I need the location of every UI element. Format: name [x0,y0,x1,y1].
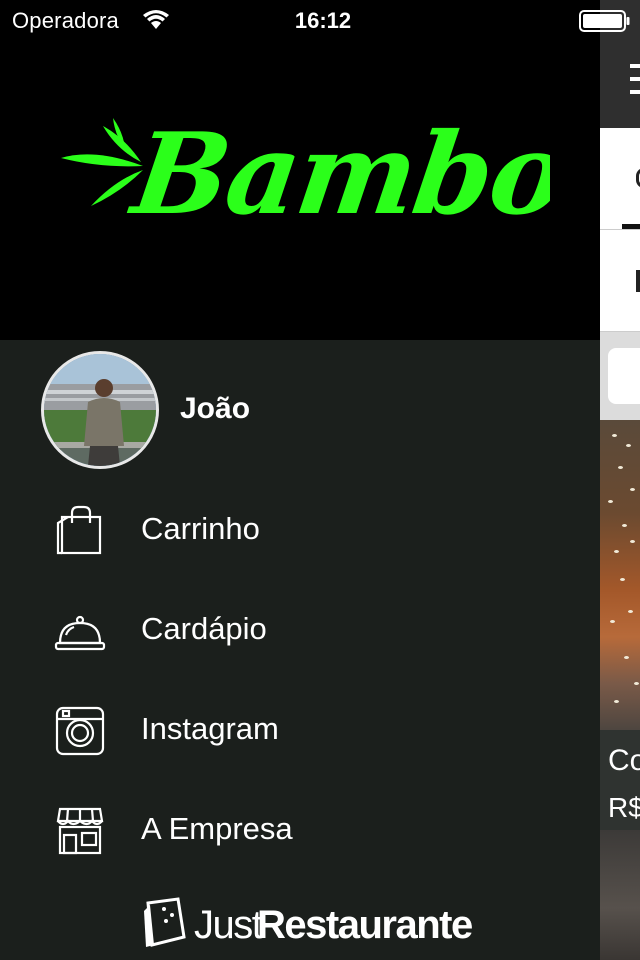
battery-full-icon [579,10,630,32]
menu-item-instagram[interactable]: Instagram [0,680,600,780]
product-image[interactable] [600,420,640,730]
main-filter-row[interactable] [600,230,640,332]
menu-item-cardapio[interactable]: Cardápio [0,580,600,680]
footer-brand-just: Just [194,903,263,947]
instagram-icon [55,706,105,756]
avatar[interactable] [41,351,159,469]
product-image-next[interactable] [600,830,640,960]
product-name: Co [608,744,640,777]
main-tab-bar[interactable] [600,128,640,230]
user-name: João [180,392,251,425]
menu-item-cart[interactable]: Carrinho [0,480,600,580]
drawer-header: Bamboo [0,0,600,340]
menu-label-cardapio: Cardápio [141,611,267,646]
main-search-bar [600,332,640,420]
menu-label-company: A Empresa [141,811,293,846]
search-input[interactable] [608,348,640,404]
filter-glyph [636,270,640,292]
tab-glyph [636,168,640,188]
main-content-peek[interactable]: Co R$ [600,0,640,960]
status-bar: Operadora 16:12 [0,0,640,40]
shopping-bag-icon [56,505,102,555]
bamboo-logo-text: Bamboo [123,108,550,238]
just-restaurante-logo: Just Restaurante [140,897,473,951]
menu-label-instagram: Instagram [141,711,279,746]
clock: 16:12 [294,8,352,33]
side-drawer: Bamboo João Carrinho Cardápio Instagram … [0,0,600,960]
food-cloche-icon [54,615,106,651]
tab-active-indicator [622,224,640,229]
menu-label-cart: Carrinho [141,511,260,546]
product-card[interactable]: Co R$ [600,730,640,830]
footer-brand-restaurante: Restaurante [257,903,473,947]
menu-card-icon [144,897,186,947]
hamburger-icon[interactable] [630,64,640,96]
menu-item-company[interactable]: A Empresa [0,780,600,880]
avatar-photo [44,354,156,466]
storefront-icon [56,807,104,855]
product-price: R$ [608,792,640,823]
user-profile[interactable]: João [0,340,600,480]
bamboo-logo: Bamboo [61,108,550,238]
